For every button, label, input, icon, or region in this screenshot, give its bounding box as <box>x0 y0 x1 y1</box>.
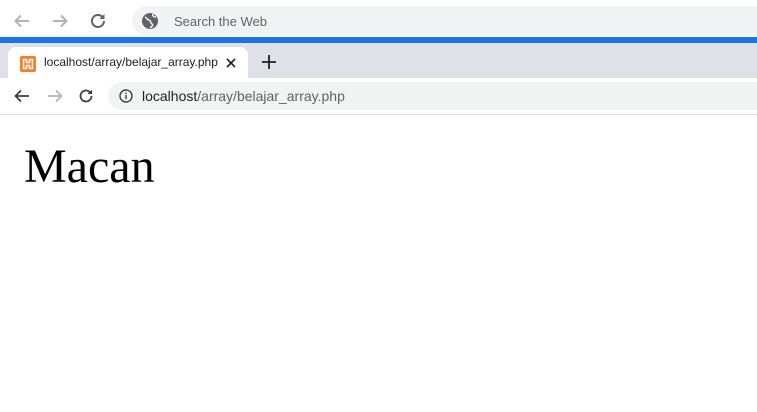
reload-icon <box>79 89 93 103</box>
tab-close-button[interactable] <box>222 54 240 72</box>
address-bar[interactable]: localhost/array/belajar_array.php <box>108 82 757 110</box>
arrow-left-icon <box>14 89 29 103</box>
page-content: Macan <box>0 115 757 412</box>
close-icon <box>226 58 236 68</box>
outer-reload-button[interactable] <box>88 11 108 31</box>
outer-forward-button[interactable] <box>50 11 70 31</box>
xampp-favicon-icon <box>20 56 36 72</box>
info-icon[interactable] <box>119 89 133 103</box>
url-text[interactable]: localhost/array/belajar_array.php <box>142 88 345 104</box>
arrow-left-icon <box>14 14 29 28</box>
outer-search-box[interactable] <box>132 6 757 36</box>
tab-strip: localhost/array/belajar_array.php <box>0 43 757 78</box>
page-heading: Macan <box>24 140 155 193</box>
arrow-right-icon <box>48 89 63 103</box>
forward-button[interactable] <box>45 87 65 105</box>
back-button[interactable] <box>12 87 32 105</box>
reload-icon <box>91 14 105 28</box>
browser-toolbar: localhost/array/belajar_array.php <box>0 78 757 115</box>
tab-title: localhost/array/belajar_array.php <box>44 55 218 69</box>
outer-back-button[interactable] <box>12 11 32 31</box>
globe-icon <box>142 13 158 29</box>
url-path: /array/belajar_array.php <box>197 88 345 104</box>
new-tab-button[interactable] <box>259 52 279 72</box>
plus-icon <box>262 55 276 69</box>
active-tab[interactable]: localhost/array/belajar_array.php <box>8 47 248 78</box>
url-host: localhost <box>142 88 198 104</box>
outer-browser-toolbar <box>0 0 757 37</box>
outer-search-input[interactable] <box>174 6 734 36</box>
arrow-right-icon <box>53 14 68 28</box>
reload-button[interactable] <box>77 87 95 105</box>
